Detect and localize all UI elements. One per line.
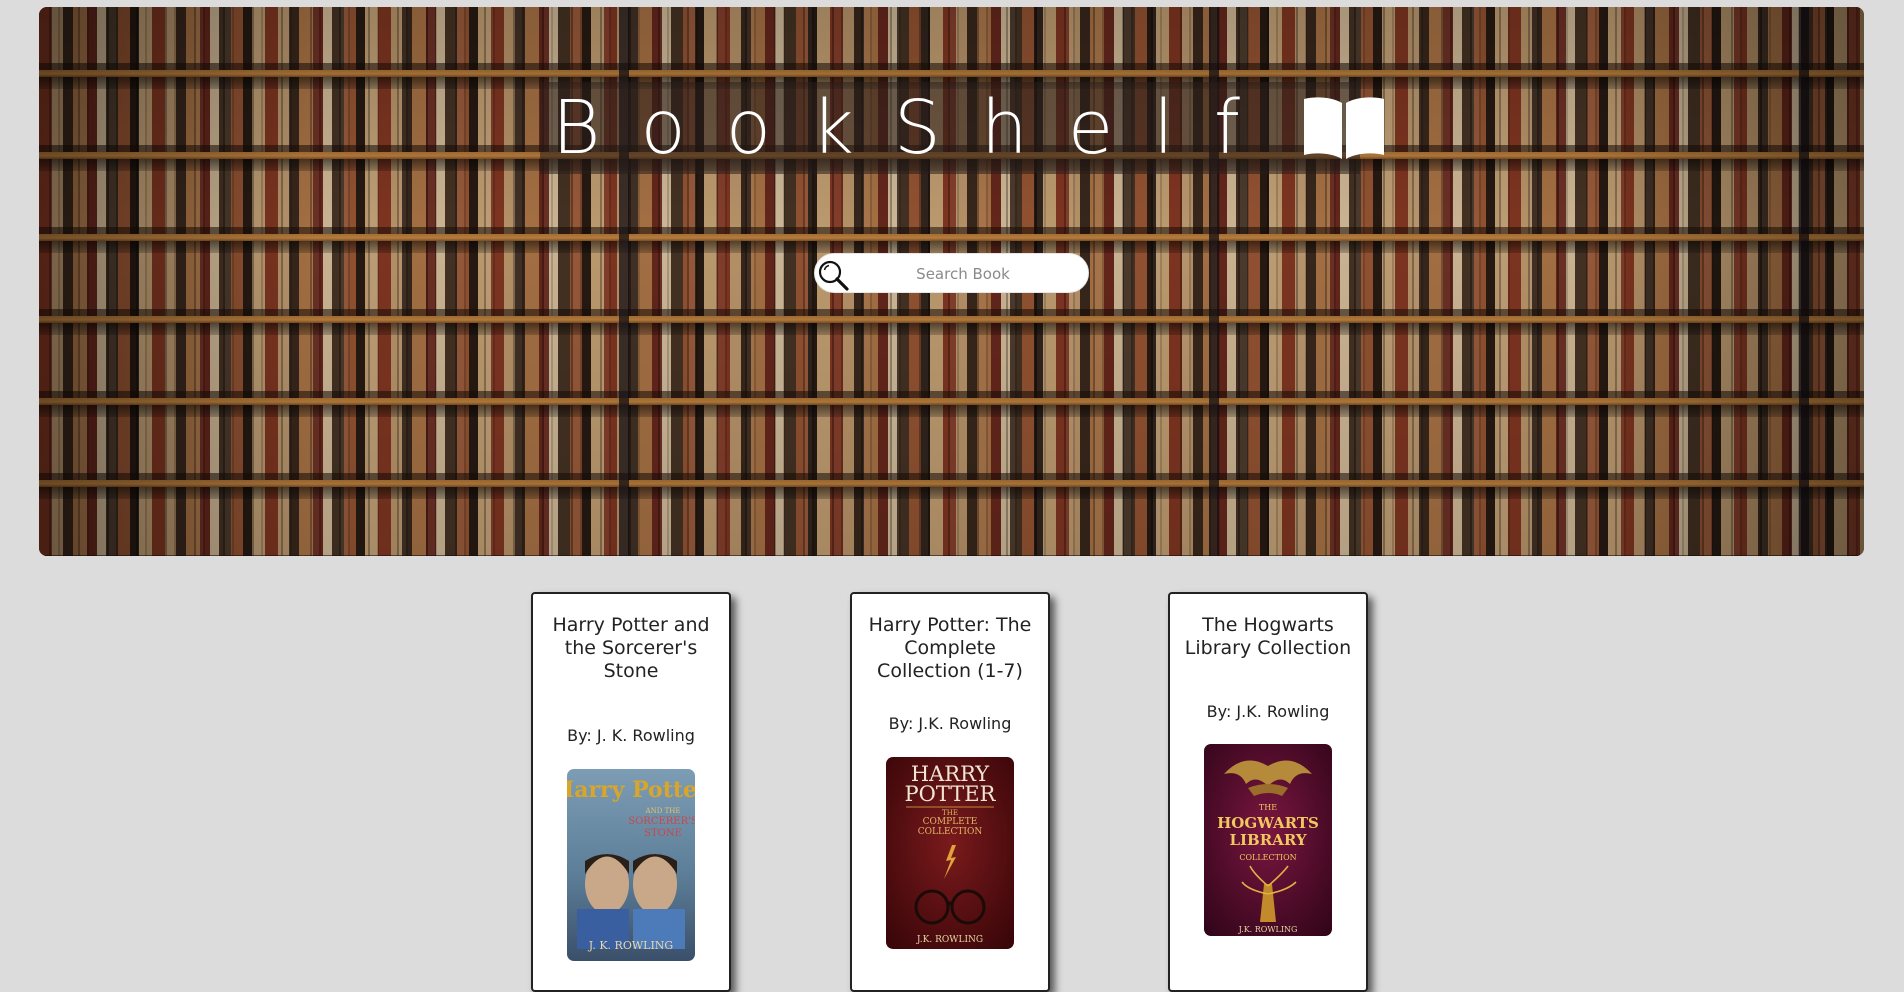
svg-text:J.K. ROWLING: J.K. ROWLING (916, 935, 983, 945)
svg-text:SORCERER'S: SORCERER'S (628, 816, 695, 827)
open-book-icon (1303, 97, 1384, 159)
book-cover-complete-collection[interactable]: HARRY POTTER THE COMPLETE COLLECTION J.K… (886, 757, 1014, 949)
svg-text:STONE: STONE (644, 828, 682, 839)
svg-text:COMPLETE: COMPLETE (923, 817, 978, 827)
book-cover-hogwarts-library[interactable]: THE HOGWARTS LIBRARY COLLECTION J.K. ROW… (1204, 744, 1332, 936)
book-title[interactable]: Harry Potter: The Complete Collection (1… (856, 614, 1044, 683)
book-card-sorcerers-stone[interactable]: Harry Potter and the Sorcerer's Stone By… (531, 592, 731, 992)
book-title[interactable]: Harry Potter and the Sorcerer's Stone (537, 614, 725, 683)
book-author: By: J. K. Rowling (567, 726, 695, 745)
search-input[interactable] (851, 254, 1075, 294)
site-title: BookShelf (552, 82, 1386, 174)
site-title-text: BookShelf (552, 85, 1280, 171)
svg-text:COLLECTION: COLLECTION (918, 827, 983, 837)
svg-text:AND THE: AND THE (645, 807, 681, 815)
svg-text:POTTER: POTTER (905, 782, 997, 806)
svg-text:J.K. ROWLING: J.K. ROWLING (1238, 925, 1298, 934)
search-bar (814, 253, 1089, 294)
book-card-hogwarts-library[interactable]: The Hogwarts Library Collection By: J.K.… (1168, 592, 1368, 992)
svg-text:HOGWARTS: HOGWARTS (1217, 814, 1319, 832)
book-author: By: J.K. Rowling (1206, 702, 1330, 721)
svg-text:LIBRARY: LIBRARY (1229, 831, 1306, 849)
book-title[interactable]: The Hogwarts Library Collection (1174, 614, 1362, 660)
svg-text:Harry Potter: Harry Potter (567, 777, 695, 803)
svg-text:THE: THE (942, 809, 958, 817)
book-card-complete-collection[interactable]: Harry Potter: The Complete Collection (1… (850, 592, 1050, 992)
search-icon[interactable] (817, 259, 849, 291)
svg-text:J. K. ROWLING: J. K. ROWLING (588, 939, 673, 952)
book-cover-sorcerers-stone[interactable]: Harry Potter AND THE SORCERER'S STONE J.… (567, 769, 695, 961)
svg-text:COLLECTION: COLLECTION (1239, 853, 1296, 862)
svg-text:THE: THE (1259, 803, 1277, 812)
book-author: By: J.K. Rowling (888, 714, 1012, 733)
